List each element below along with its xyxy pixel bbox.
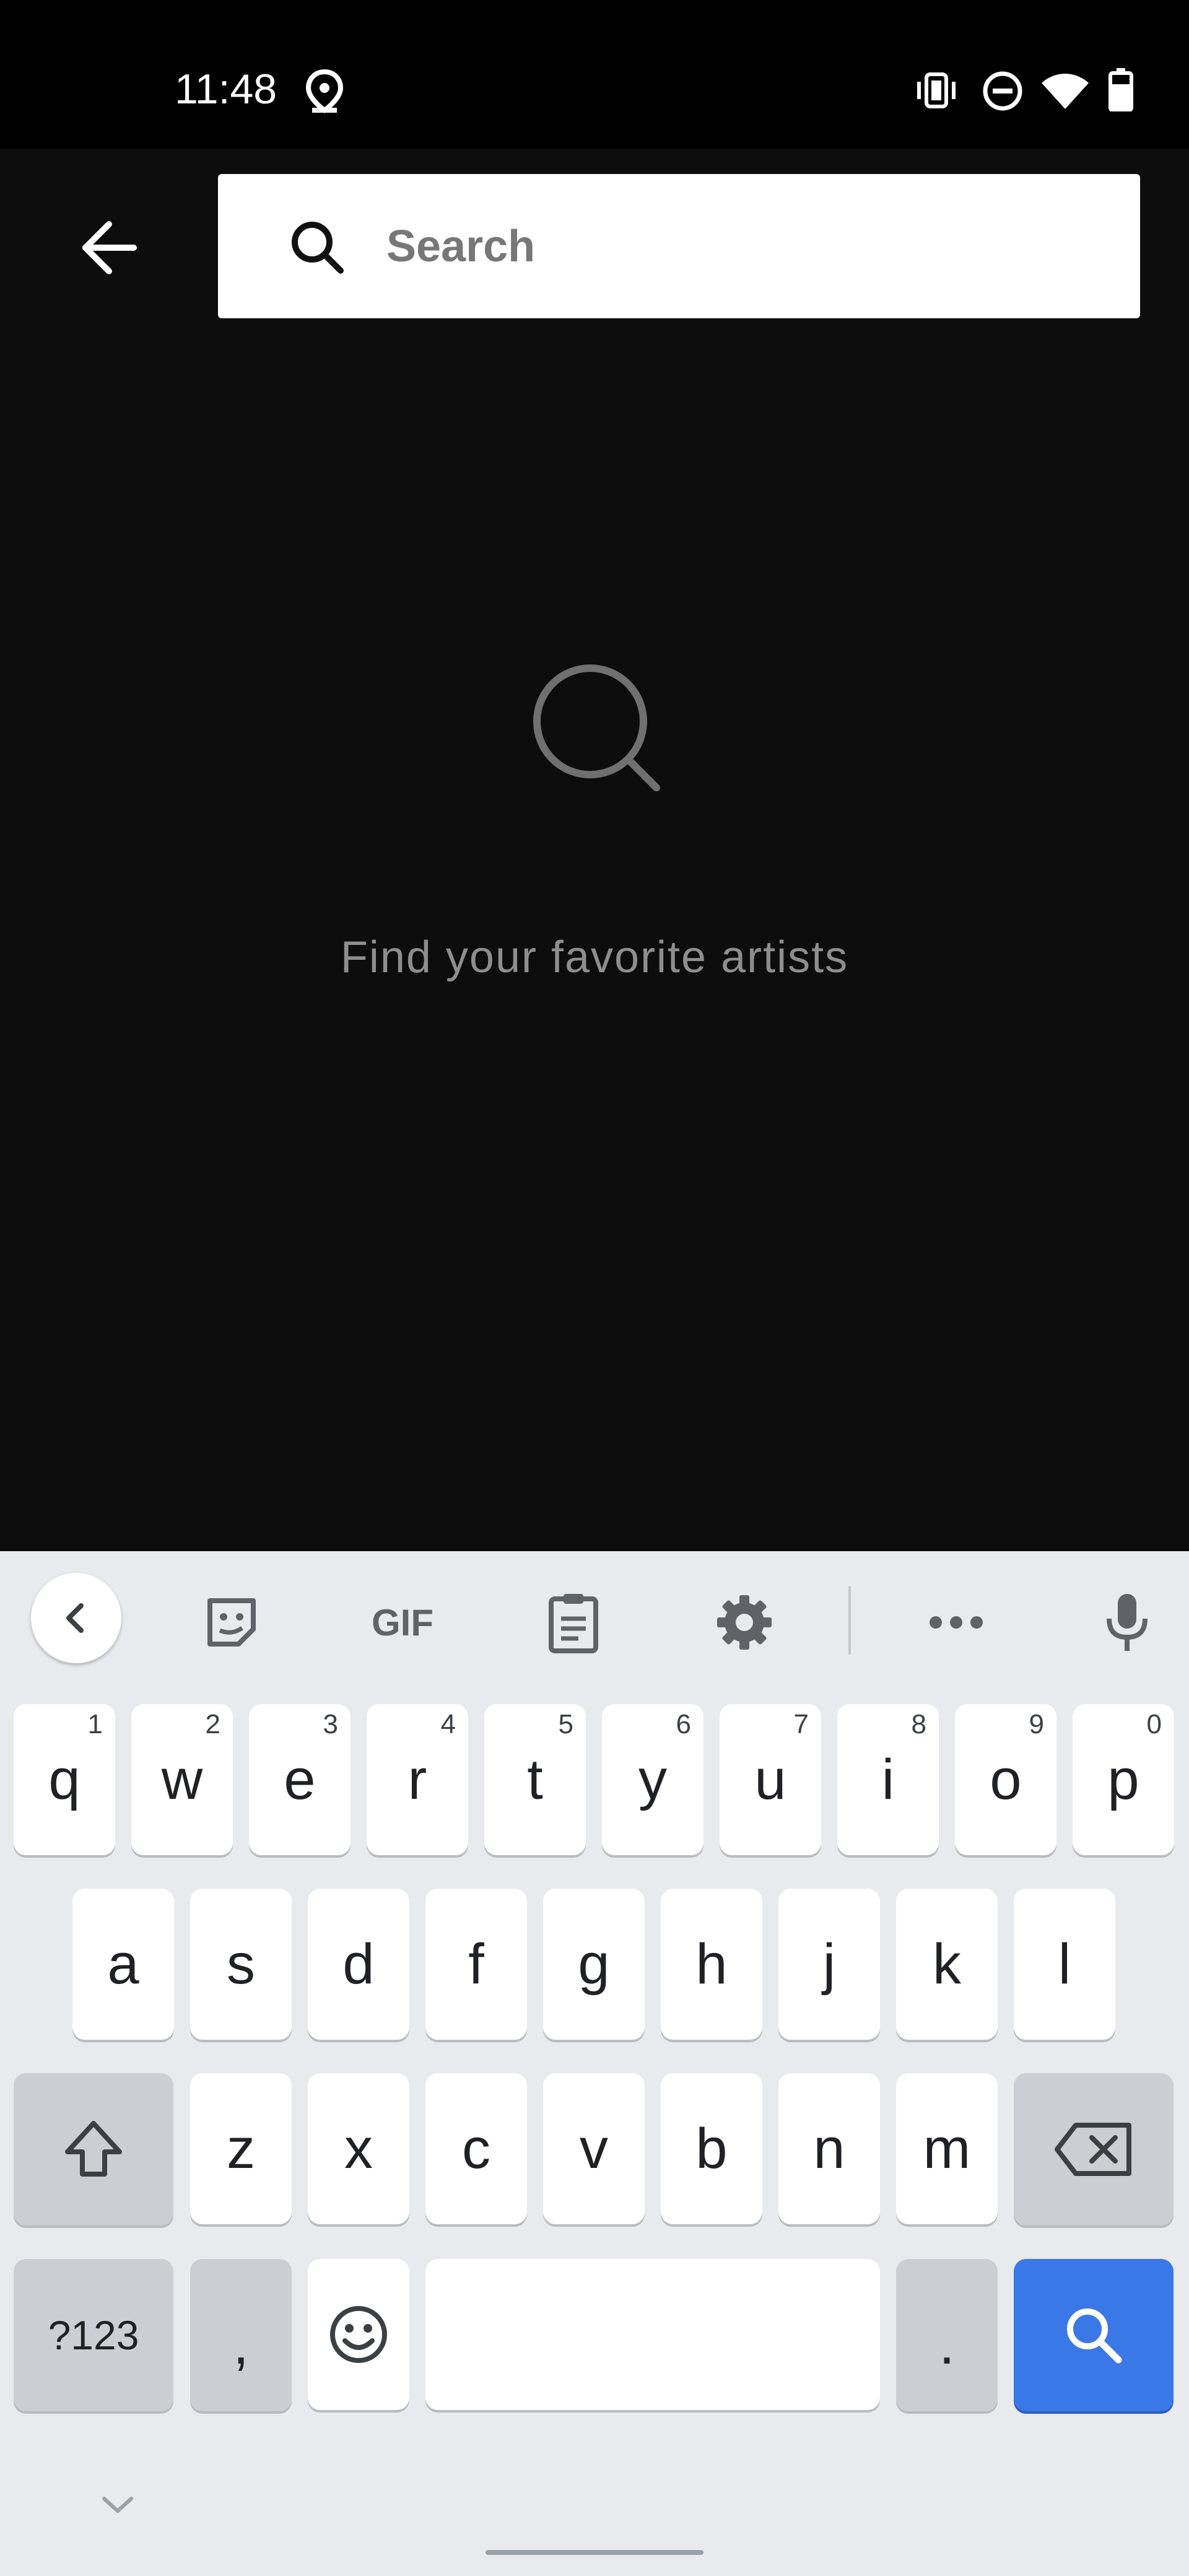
location-icon [305,69,344,113]
key-c[interactable]: c [425,2073,527,2224]
backspace-key[interactable] [1014,2073,1174,2226]
comma-key[interactable]: , [190,2259,292,2411]
app-content [0,149,1189,1551]
toolbar-divider [848,1586,851,1655]
key-u[interactable]: u7 [720,1704,821,1855]
vibrate-icon [917,72,956,108]
wifi-icon [1042,74,1089,109]
key-r[interactable]: r4 [367,1704,468,1855]
mic-icon[interactable] [1090,1585,1164,1660]
period-key[interactable]: . [896,2259,998,2411]
key-g[interactable]: g [543,1889,645,2040]
key-n[interactable]: n [778,2073,880,2224]
key-p[interactable]: p0 [1073,1704,1174,1855]
space-key[interactable] [425,2259,880,2410]
search-icon [292,222,344,274]
back-arrow-icon[interactable] [74,211,149,285]
settings-icon[interactable] [707,1585,782,1660]
more-icon[interactable] [919,1585,993,1660]
backspace-icon [1055,2123,1131,2176]
key-a[interactable]: a [72,1889,174,2040]
shift-icon [65,2121,122,2177]
empty-state-message: Find your favorite artists [340,933,849,982]
sticker-icon[interactable] [194,1585,269,1660]
key-b[interactable]: b [661,2073,762,2224]
do-not-disturb-icon [983,71,1022,111]
key-x[interactable]: x [308,2073,409,2224]
shift-key[interactable] [14,2073,173,2226]
symbols-key[interactable]: ?123 [14,2259,173,2411]
navigation-handle[interactable] [486,2550,703,2555]
key-v[interactable]: v [543,2073,645,2224]
emoji-icon [330,2306,387,2363]
clipboard-icon[interactable] [536,1585,611,1660]
key-j[interactable]: j [778,1889,880,2040]
key-k[interactable]: k [896,1889,998,2040]
key-o[interactable]: o9 [955,1704,1056,1855]
key-t[interactable]: t5 [484,1704,586,1855]
gif-button[interactable]: GIF [359,1585,446,1660]
key-s[interactable]: s [190,1889,292,2040]
key-i[interactable]: i8 [837,1704,939,1855]
key-d[interactable]: d [308,1889,409,2040]
search-bar[interactable] [218,174,1140,318]
empty-search-icon [533,664,660,791]
search-action-key[interactable] [1014,2259,1174,2411]
hide-keyboard-chevron-icon[interactable] [99,2492,136,2517]
key-h[interactable]: h [661,1889,762,2040]
key-e[interactable]: e3 [249,1704,351,1855]
search-action-icon [1067,2308,1122,2364]
key-z[interactable]: z [190,2073,292,2224]
key-l[interactable]: l [1014,1889,1115,2040]
key-m[interactable]: m [896,2073,998,2224]
collapse-chevron-icon[interactable] [31,1573,121,1663]
search-input[interactable] [386,174,1099,318]
key-w[interactable]: w2 [131,1704,233,1855]
key-q[interactable]: q1 [14,1704,115,1855]
emoji-key[interactable] [308,2259,409,2410]
key-f[interactable]: f [425,1889,527,2040]
status-time: 11:48 [175,66,277,113]
key-y[interactable]: y6 [602,1704,703,1855]
battery-icon [1108,68,1133,111]
